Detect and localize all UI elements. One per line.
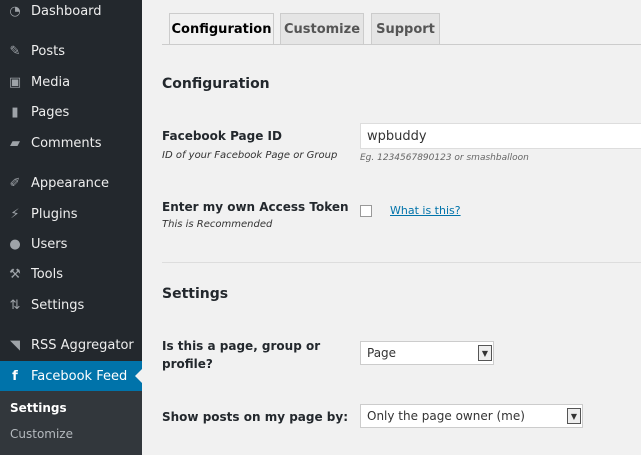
current-arrow	[135, 369, 142, 383]
menu-facebook-feed[interactable]: f Facebook Feed	[0, 361, 142, 391]
tab-divider	[162, 44, 641, 45]
menu-media[interactable]: ▣ Media	[0, 67, 142, 97]
wrench-icon: ⚒	[9, 266, 21, 282]
brush-icon: ✐	[9, 175, 21, 191]
plug-icon: ⚡	[10, 206, 20, 222]
menu-appearance[interactable]: ✐ Appearance	[0, 168, 142, 198]
menu-settings[interactable]: ⇅ Settings	[0, 290, 142, 320]
menu-posts[interactable]: ✎ Posts	[0, 36, 142, 66]
menu-pages[interactable]: ▮ Pages	[0, 97, 142, 127]
submenu-customize[interactable]: Customize	[10, 427, 73, 441]
tab-support[interactable]: Support	[371, 13, 440, 44]
page-id-example: Eg. 1234567890123 or smashballoon	[360, 153, 529, 163]
user-icon: ●	[9, 236, 21, 252]
chevron-down-icon: ▼	[478, 345, 492, 361]
rss-icon: ◥	[10, 337, 20, 353]
what-is-this-link[interactable]: What is this?	[390, 204, 461, 217]
settings-icon: ⇅	[9, 297, 21, 313]
menu-dashboard[interactable]: ◔ Dashboard	[0, 0, 142, 26]
page-type-select[interactable]: Page ▼	[360, 341, 494, 365]
menu-plugins[interactable]: ⚡ Plugins	[0, 199, 142, 229]
submenu-settings[interactable]: Settings	[10, 401, 67, 415]
show-posts-select[interactable]: Only the page owner (me) ▼	[360, 404, 583, 428]
dashboard-icon: ◔	[9, 3, 21, 19]
submenu: Settings Customize	[0, 391, 142, 455]
comment-icon: ▰	[10, 135, 20, 151]
chevron-down-icon: ▼	[567, 408, 581, 424]
page-id-hint: ID of your Facebook Page or Group	[162, 150, 338, 161]
menu-users[interactable]: ● Users	[0, 229, 142, 259]
page-id-input[interactable]	[360, 123, 641, 149]
access-token-checkbox[interactable]	[360, 205, 372, 217]
settings-heading: Settings	[162, 286, 229, 302]
tab-customize[interactable]: Customize	[280, 13, 364, 44]
configuration-heading: Configuration	[162, 76, 270, 92]
access-token-label: Enter my own Access Token	[162, 200, 349, 214]
admin-sidebar: ◔ Dashboard ✎ Posts ▣ Media ▮ Pages ▰ Comment…	[0, 0, 142, 455]
facebook-icon: f	[12, 368, 18, 384]
type-label: Is this a page, group or profile?	[162, 339, 321, 371]
menu-comments[interactable]: ▰ Comments	[0, 128, 142, 158]
menu-rss-aggregator[interactable]: ◥ RSS Aggregator	[0, 330, 142, 360]
media-icon: ▣	[8, 74, 22, 90]
show-posts-label: Show posts on my page by:	[162, 410, 348, 424]
menu-tools[interactable]: ⚒ Tools	[0, 259, 142, 289]
pin-icon: ✎	[9, 43, 21, 59]
tab-configuration[interactable]: Configuration	[169, 13, 274, 45]
section-divider	[162, 262, 641, 263]
page-id-label: Facebook Page ID	[162, 129, 282, 143]
pages-icon: ▮	[11, 104, 19, 120]
access-token-hint: This is Recommended	[162, 219, 273, 230]
